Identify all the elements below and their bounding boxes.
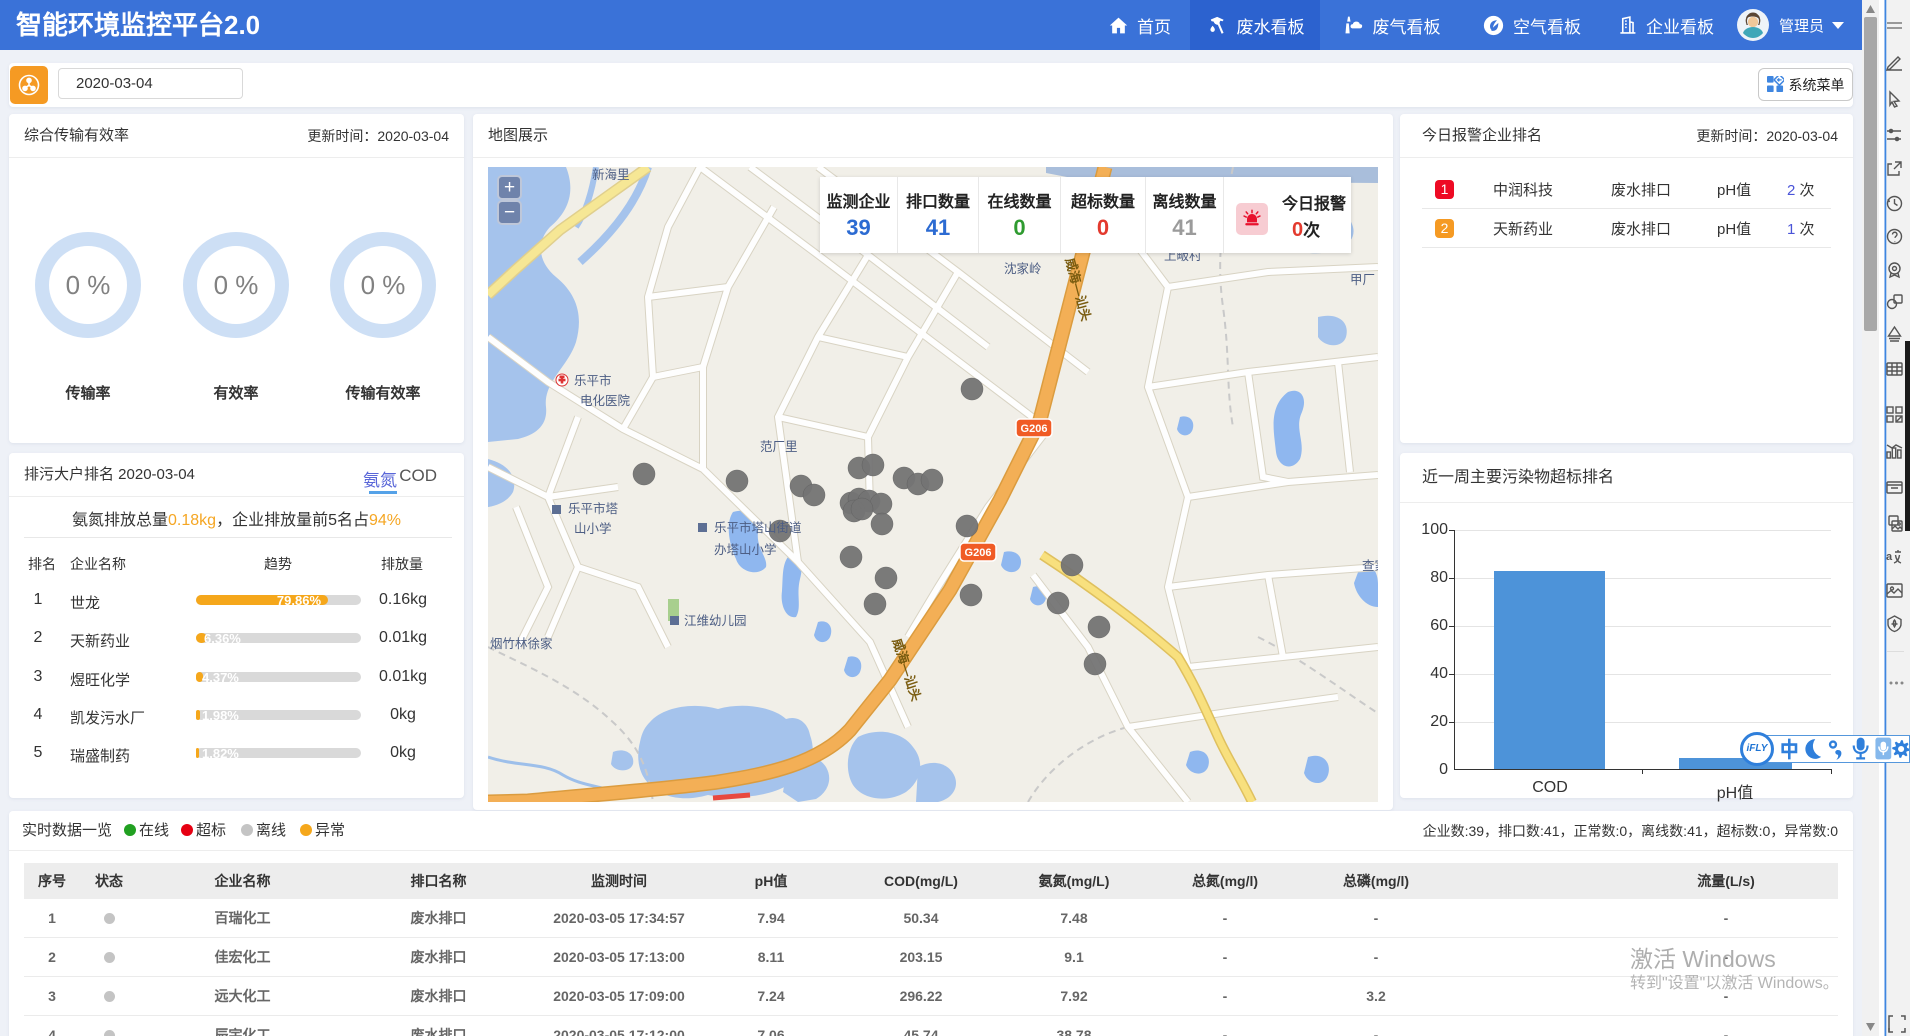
svg-text:范厂里: 范厂里: [760, 440, 798, 454]
svg-text:沈家岭: 沈家岭: [1004, 261, 1042, 276]
svg-text:G206: G206: [965, 547, 992, 559]
svg-text:甲厂: 甲厂: [1350, 273, 1375, 287]
svg-text:查家: 查家: [1362, 558, 1378, 573]
svg-text:江维幼儿园: 江维幼儿园: [684, 614, 747, 628]
svg-text:G206: G206: [1021, 423, 1048, 435]
svg-text:山小学: 山小学: [574, 521, 612, 536]
svg-text:乐平市塔山街道: 乐平市塔山街道: [714, 520, 802, 535]
svg-text:办塔山小学: 办塔山小学: [714, 542, 777, 557]
svg-text:乐平市塔: 乐平市塔: [568, 501, 619, 516]
svg-text:烟竹林徐家: 烟竹林徐家: [490, 636, 553, 651]
svg-text:新海里: 新海里: [592, 167, 630, 182]
svg-text:电化医院: 电化医院: [580, 394, 631, 408]
svg-text:a: a: [1886, 551, 1893, 563]
svg-text:乐平市: 乐平市: [574, 373, 612, 388]
